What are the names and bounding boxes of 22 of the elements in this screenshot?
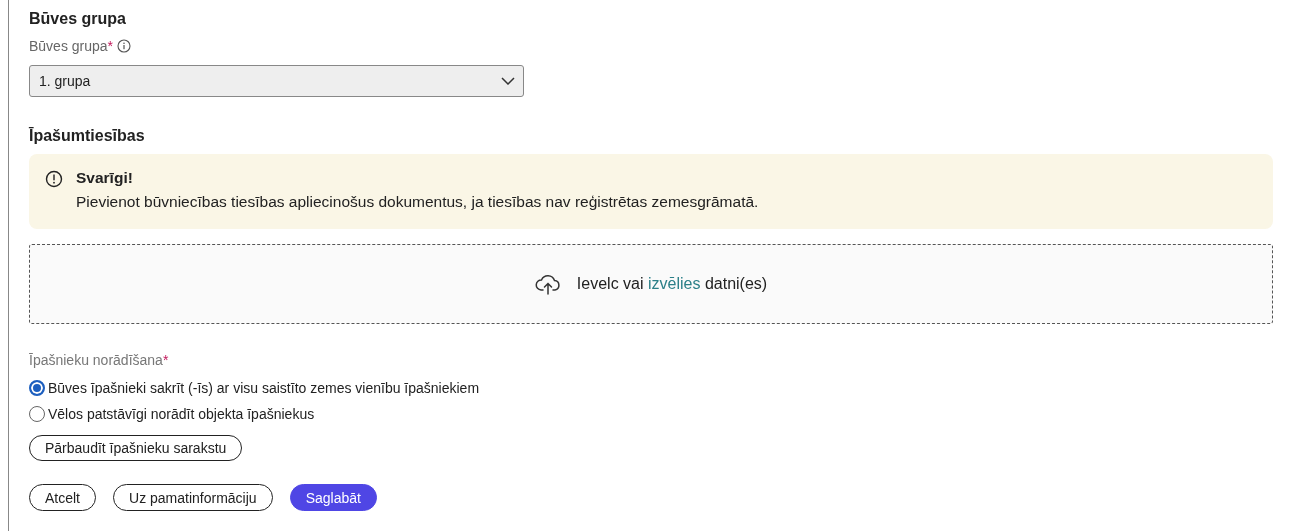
file-dropzone[interactable]: Ievelc vai izvēlies datni(es)	[29, 244, 1273, 324]
check-owners-button[interactable]: Pārbaudīt īpašnieku sarakstu	[29, 435, 243, 461]
radio-option[interactable]: Būves īpašnieki sakrīt (-īs) ar visu saistīto zemes vienību īpašniekiem	[29, 380, 480, 396]
group-select[interactable]: 1. grupa	[29, 65, 524, 97]
field-label: Būves grupa*	[29, 38, 114, 54]
radio-option[interactable]: Vēlos patstāvīgi norādīt objekta īpašniekus	[29, 406, 480, 422]
alert-message: Pievienot būvniecības tiesības apliecinošus dokumentus, ja tiesības nav reģistrētas zemesgrāmatā.	[76, 193, 759, 211]
dropzone-text: Ievelc vai izvēlies datni(es)	[576, 275, 768, 293]
action-button[interactable]: Uz pamatinformāciju	[113, 484, 273, 511]
alert-title: Svarīgi!	[76, 169, 134, 187]
radio-button[interactable]	[29, 380, 45, 396]
field-label: Īpašnieku norādīšana*	[29, 352, 169, 368]
cloud-upload-icon	[534, 273, 561, 295]
section-heading: Īpašumtiesības	[29, 127, 145, 145]
action-button[interactable]: Saglabāt	[289, 484, 377, 511]
choose-files-link[interactable]: izvēlies	[648, 275, 701, 292]
info-icon[interactable]	[117, 39, 132, 53]
chevron-down-icon	[501, 77, 515, 85]
radio-button[interactable]	[29, 406, 45, 422]
exclamation-icon	[45, 170, 63, 188]
section-heading: Būves grupa	[29, 10, 126, 28]
action-button[interactable]: Atcelt	[29, 484, 96, 511]
